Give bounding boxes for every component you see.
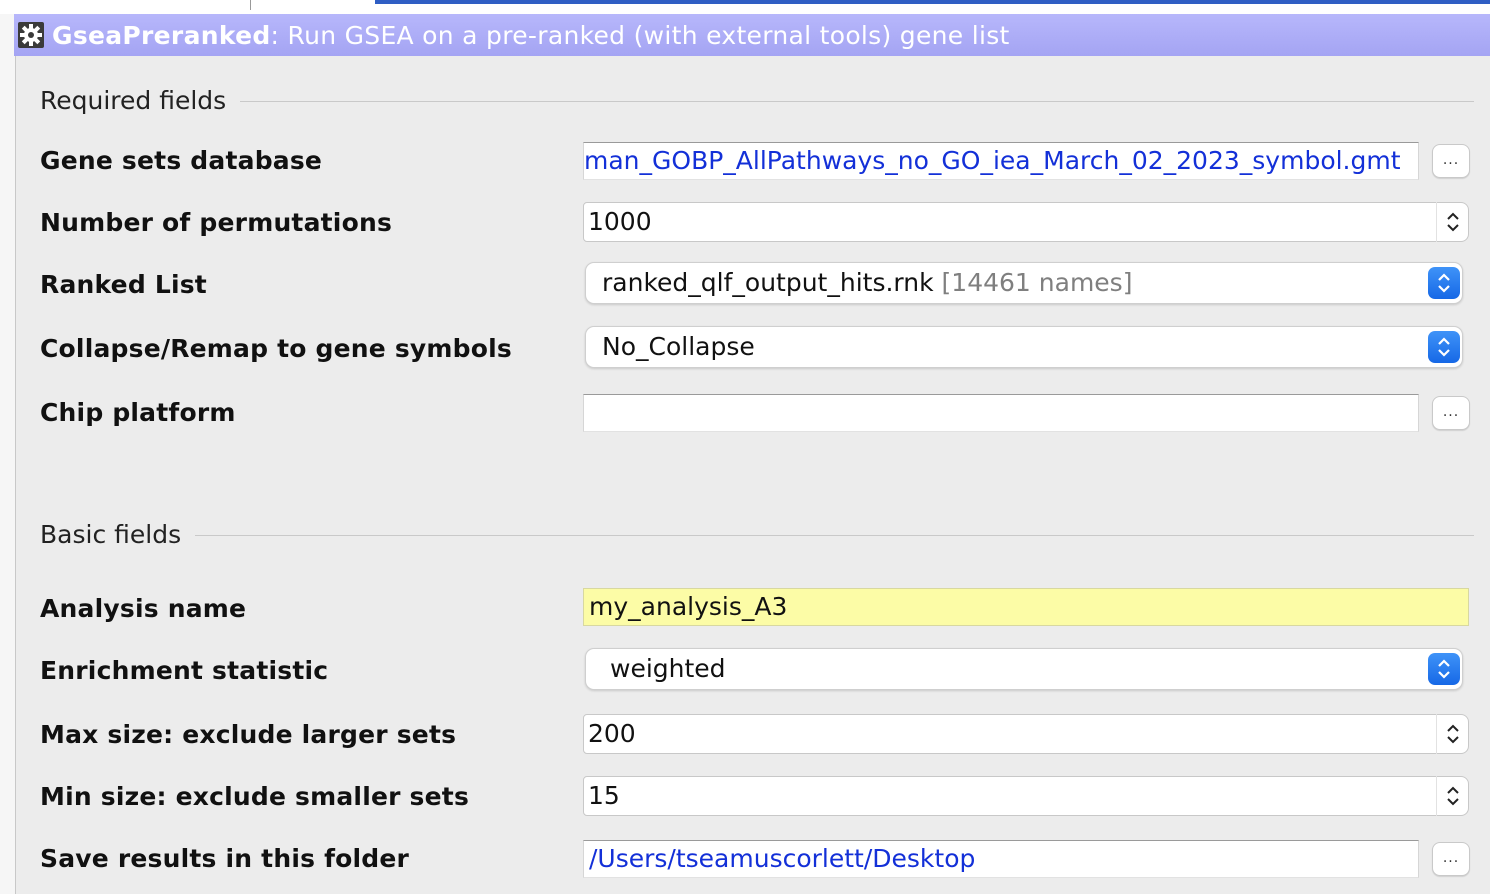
spinner-arrows-icon[interactable] [1436,202,1468,242]
spinner-arrows-icon[interactable] [1436,714,1468,754]
enrichment-statistic-dropdown[interactable]: weighted [585,648,1463,690]
section-title: Basic fields [40,520,182,549]
save-folder-browse-button[interactable]: ... [1432,842,1470,876]
tab-divider [250,0,251,10]
updown-chevron-icon[interactable] [1428,653,1460,685]
dropdown-value: No_Collapse [602,332,755,361]
chip-platform-label: Chip platform [40,398,236,427]
required-fields-section: Required fields [40,86,1474,115]
spinner-value: 200 [588,719,636,748]
section-divider [240,101,1474,102]
ranked-list-count: [14461 names] [941,268,1133,297]
gene-sets-browse-button[interactable]: ... [1432,144,1470,178]
enrichment-statistic-label: Enrichment statistic [40,656,329,685]
active-tab-indicator [375,0,1490,4]
ranked-list-label: Ranked List [40,270,207,299]
spinner-value: 1000 [588,207,652,236]
section-divider [195,535,1474,536]
analysis-name-label: Analysis name [40,594,247,623]
gear-icon [16,20,46,50]
min-size-label: Min size: exclude smaller sets [40,782,470,811]
permutations-spinner[interactable]: 1000 [583,202,1469,242]
updown-chevron-icon[interactable] [1428,267,1460,299]
permutations-label: Number of permutations [40,208,393,237]
save-folder-field[interactable]: /Users/tseamuscorlett/Desktop [583,840,1419,878]
dropdown-value: ranked_qlf_output_hits.rnk [14461 names] [602,268,1133,297]
collapse-dropdown[interactable]: No_Collapse [585,326,1463,368]
spinner-arrows-icon[interactable] [1436,776,1468,816]
save-folder-label: Save results in this folder [40,844,410,873]
spinner-value: 15 [588,781,620,810]
ranked-list-dropdown[interactable]: ranked_qlf_output_hits.rnk [14461 names] [585,262,1463,304]
collapse-label: Collapse/Remap to gene symbols [40,334,513,363]
gene-sets-field[interactable]: man_GOBP_AllPathways_no_GO_iea_March_02_… [583,142,1419,180]
dropdown-value: weighted [610,654,726,683]
gene-sets-label: Gene sets database [40,146,323,175]
analysis-name-field[interactable]: my_analysis_A3 [583,588,1469,626]
section-title: Required fields [40,86,227,115]
chip-platform-browse-button[interactable]: ... [1432,396,1470,430]
parameter-panel: Required fields Gene sets database man_G… [16,56,1490,894]
basic-fields-section: Basic fields [40,520,1474,549]
window-top-strip [0,0,1490,14]
tool-description: : Run GSEA on a pre-ranked (with externa… [270,20,1010,50]
max-size-spinner[interactable]: 200 [583,714,1469,754]
updown-chevron-icon[interactable] [1428,331,1460,363]
left-edge [0,14,16,894]
tool-title-bar: GseaPreranked : Run GSEA on a pre-ranked… [14,14,1490,56]
tool-name: GseaPreranked [52,20,271,50]
max-size-label: Max size: exclude larger sets [40,720,457,749]
chip-platform-field[interactable] [583,394,1419,432]
min-size-spinner[interactable]: 15 [583,776,1469,816]
